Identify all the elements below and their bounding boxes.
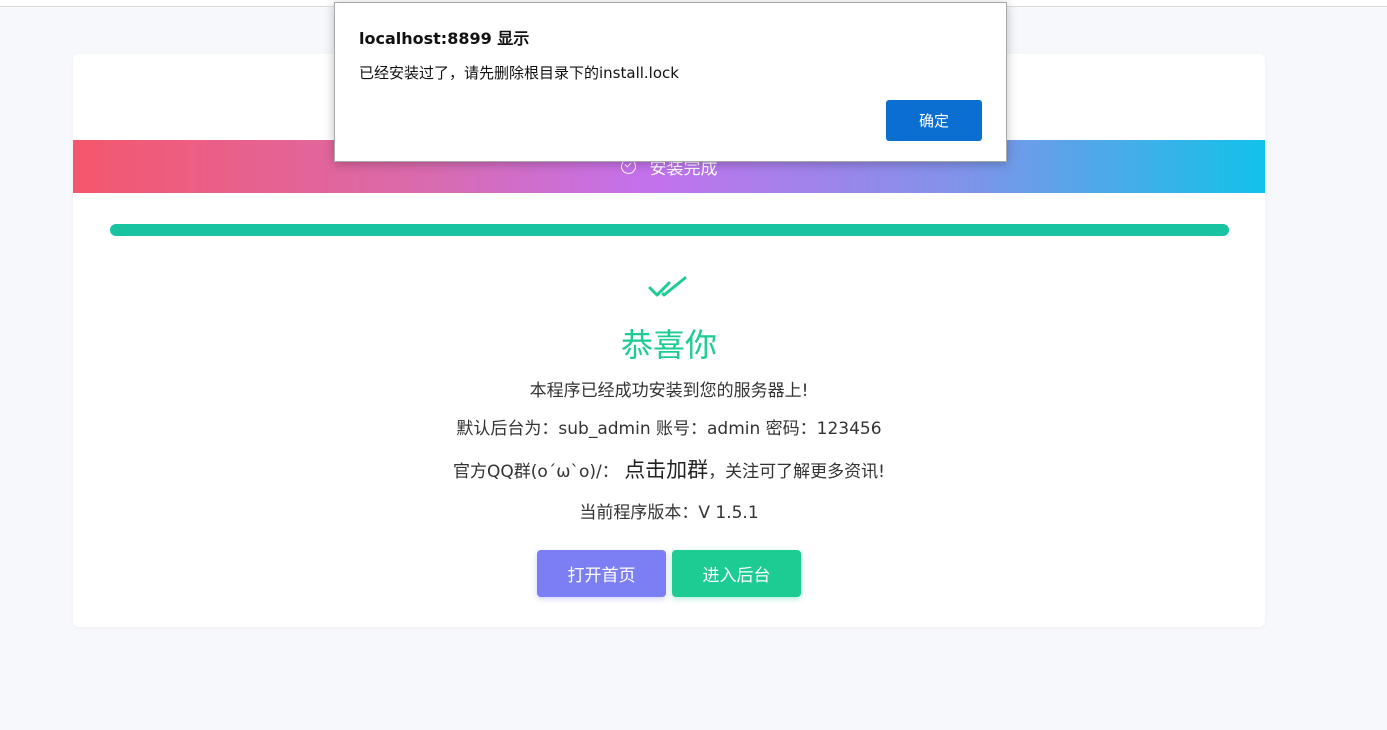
qq-group-line: 官方QQ群(o´ω`o)/： 点击加群，关注可了解更多资讯! (73, 454, 1265, 484)
open-home-button[interactable]: 打开首页 (537, 550, 666, 597)
qq-group-suffix: ，关注可了解更多资讯! (708, 462, 886, 482)
version-info: 当前程序版本：V 1.5.1 (579, 503, 759, 523)
default-admin-info: 默认后台为：sub_admin 账号：admin 密码：123456 (456, 419, 882, 439)
install-progress-bar (110, 224, 1229, 236)
enter-admin-button[interactable]: 进入后台 (672, 550, 801, 597)
dialog-message: 已经安装过了，请先删除根目录下的install.lock (359, 64, 679, 82)
congrats-title: 恭喜你 (620, 326, 717, 364)
join-qq-group-link[interactable]: 点击加群 (624, 458, 708, 482)
dialog-ok-button[interactable]: 确定 (886, 100, 982, 141)
alert-dialog: localhost:8899 显示 已经安装过了，请先删除根目录下的instal… (334, 2, 1007, 162)
double-check-icon (648, 276, 687, 297)
installed-message: 本程序已经成功安装到您的服务器上! (529, 381, 809, 401)
progress-fill (110, 224, 1229, 236)
qq-group-prefix: 官方QQ群(o´ω`o)/： (452, 462, 619, 482)
dialog-title: localhost:8899 显示 (359, 29, 530, 48)
